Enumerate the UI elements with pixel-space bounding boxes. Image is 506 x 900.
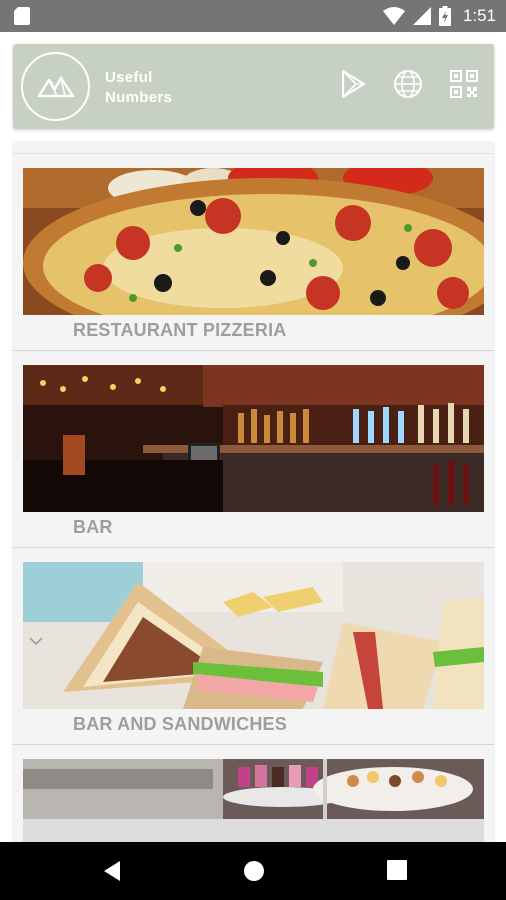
wifi-icon: [382, 7, 405, 25]
list-item[interactable]: BAR AND SANDWICHES: [13, 548, 494, 745]
list-item[interactable]: BAR: [13, 351, 494, 548]
app-title-line2: Numbers: [105, 89, 173, 106]
status-bar: 1:51: [0, 0, 506, 32]
recents-icon[interactable]: [386, 859, 408, 881]
home-icon[interactable]: [242, 859, 266, 883]
list-item-label: BAR AND SANDWICHES: [73, 714, 287, 734]
main-content: Useful Numbers RESTAURANT PIZZERIA BAR B…: [0, 32, 506, 842]
status-icons: 1:51: [382, 0, 496, 32]
header-actions: [336, 68, 480, 100]
play-store-icon[interactable]: [336, 68, 368, 100]
sd-card-icon: [14, 7, 30, 25]
bar-counter-photo: [23, 365, 484, 512]
globe-icon[interactable]: [392, 68, 424, 100]
signal-icon: [412, 7, 431, 25]
list-item-label: BAR: [73, 517, 113, 537]
chevron-down-icon: [29, 637, 43, 646]
navigation-bar: [0, 842, 506, 900]
sandwiches-photo: [23, 562, 484, 709]
back-icon[interactable]: [100, 859, 124, 883]
app-title-line1: Useful: [105, 69, 153, 86]
category-list[interactable]: RESTAURANT PIZZERIA BAR BAR AND SANDWICH…: [13, 142, 494, 842]
pizza-photo: [23, 168, 484, 315]
list-top-edge: [13, 142, 494, 154]
list-item[interactable]: RESTAURANT PIZZERIA: [13, 154, 494, 351]
battery-charging-icon: [438, 6, 451, 26]
pastry-display-photo: [23, 759, 484, 842]
qr-code-icon[interactable]: [448, 68, 480, 100]
list-item-label: RESTAURANT PIZZERIA: [73, 320, 287, 340]
mountain-logo-icon: [37, 76, 75, 98]
list-item[interactable]: [13, 745, 494, 842]
app-title: Useful Numbers: [105, 68, 172, 108]
header-card: Useful Numbers: [13, 44, 494, 129]
status-time: 1:51: [462, 6, 496, 25]
app-logo[interactable]: [21, 52, 90, 121]
